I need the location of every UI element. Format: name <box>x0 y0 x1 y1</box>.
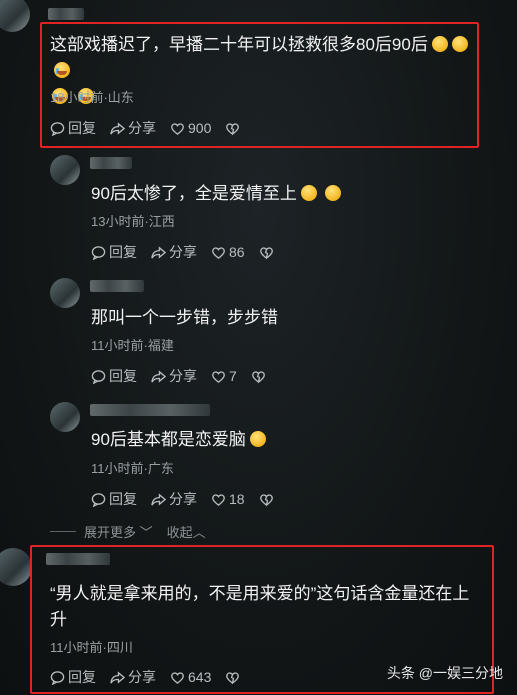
heart-icon <box>212 493 225 506</box>
share-icon <box>151 369 166 383</box>
share-button[interactable]: 分享 <box>151 242 197 262</box>
comment-actions: 回复 分享 86 <box>91 242 291 262</box>
broken-heart-icon <box>259 246 273 259</box>
dislike-button[interactable] <box>251 369 269 384</box>
like-button[interactable]: 18 <box>211 491 245 507</box>
collapse-label: 收起 <box>166 525 193 540</box>
like-button[interactable]: 86 <box>211 244 245 260</box>
chevron-down-icon: ﹀ <box>139 525 153 540</box>
collapse-button[interactable]: 收起︿ <box>167 522 206 541</box>
reply-icon <box>91 492 106 507</box>
comment-text: 90后太惨了，全是爱情至上 <box>91 181 341 207</box>
broken-heart-icon <box>259 493 273 506</box>
like-count: 18 <box>229 491 245 507</box>
dislike-button[interactable] <box>259 492 277 507</box>
comment-meta: 11小时前·福建 <box>91 338 174 353</box>
broken-heart-icon <box>251 370 265 383</box>
reply-button[interactable]: 回复 <box>91 489 137 509</box>
reply-label: 回复 <box>109 491 137 507</box>
emoji-icon <box>324 185 341 201</box>
comment-body: 90后基本都是恋爱脑 <box>91 430 246 449</box>
comment-body: 90后太惨了，全是爱情至上 <box>91 184 297 203</box>
avatar[interactable] <box>0 0 30 32</box>
watermark: 头条 @一娱三分地 <box>386 665 503 681</box>
heart-icon <box>212 246 225 259</box>
reply-button[interactable]: 回复 <box>91 242 137 262</box>
dislike-button[interactable] <box>259 245 277 260</box>
comment-actions: 回复 分享 18 <box>91 489 291 509</box>
comment-text: 90后基本都是恋爱脑 <box>91 427 266 453</box>
share-icon <box>151 245 166 259</box>
share-label: 分享 <box>169 491 197 507</box>
avatar[interactable] <box>0 548 32 586</box>
chevron-up-icon: ︿ <box>192 525 206 540</box>
share-icon <box>151 492 166 506</box>
avatar[interactable] <box>50 278 80 308</box>
highlight-box <box>40 22 479 148</box>
comment-text: 那叫一个一步错，步步错 <box>91 305 278 331</box>
divider-line <box>50 531 76 532</box>
comment-actions: 回复 分享 7 <box>91 366 283 386</box>
expand-more-button[interactable]: 展开更多 ﹀ <box>84 522 153 541</box>
share-button[interactable]: 分享 <box>151 366 197 386</box>
reply-label: 回复 <box>109 244 137 260</box>
like-button[interactable]: 7 <box>211 368 237 384</box>
comment-meta: 13小时前·江西 <box>91 214 175 229</box>
heart-icon <box>212 370 225 383</box>
like-count: 86 <box>229 244 245 260</box>
avatar[interactable] <box>50 402 80 432</box>
reply-icon <box>91 369 106 384</box>
laughing-emoji-icon <box>249 431 266 447</box>
expand-controls: 展开更多 ﹀ 收起︿ <box>50 522 206 541</box>
username[interactable] <box>48 8 84 20</box>
reply-button[interactable]: 回复 <box>91 366 137 386</box>
emoji-icon <box>300 185 317 201</box>
share-button[interactable]: 分享 <box>151 489 197 509</box>
reply-label: 回复 <box>109 368 137 384</box>
like-count: 7 <box>229 368 237 384</box>
username[interactable] <box>90 157 132 169</box>
share-label: 分享 <box>169 368 197 384</box>
expand-more-label: 展开更多 <box>84 525 137 540</box>
comment-meta: 11小时前·广东 <box>91 461 174 476</box>
avatar[interactable] <box>50 155 80 185</box>
comment-body: 那叫一个一步错，步步错 <box>91 308 278 327</box>
username[interactable] <box>90 404 210 416</box>
share-label: 分享 <box>169 244 197 260</box>
username[interactable] <box>90 280 144 292</box>
reply-icon <box>91 245 106 260</box>
